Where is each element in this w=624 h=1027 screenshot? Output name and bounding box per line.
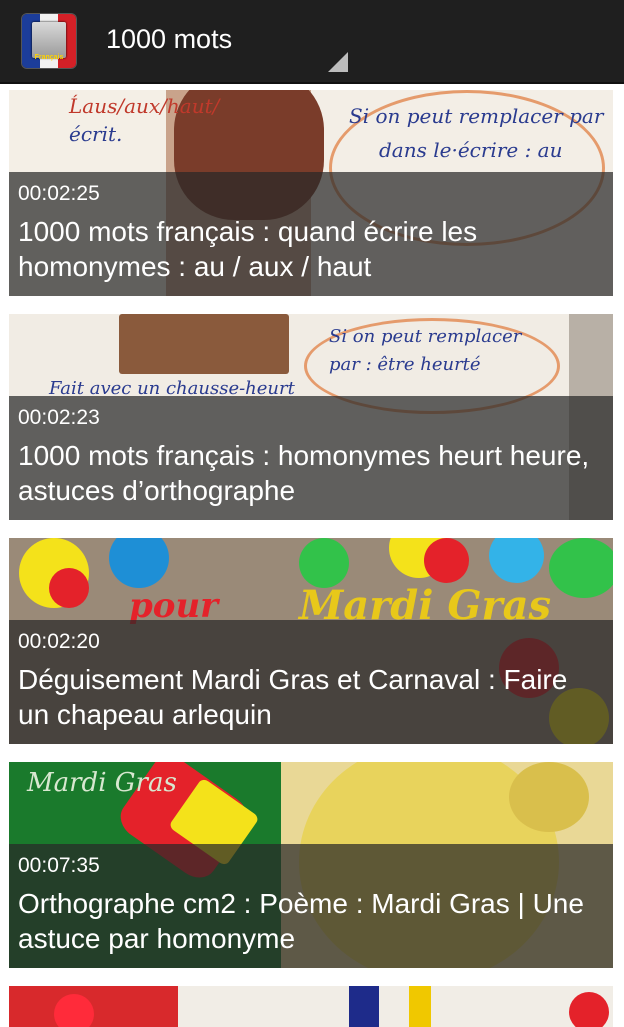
video-duration: 00:02:25 [18,182,100,205]
video-item[interactable]: Si on peut remplacer par : être heurté F… [9,314,613,520]
video-title: 1000 mots français : quand écrire les ho… [18,216,478,282]
video-item[interactable]: Mardi Gras 00:07:35 Orthographe cm2 : Po… [9,762,613,968]
app-icon-label: Français [34,54,64,61]
video-title: Orthographe cm2 : Poème : Mardi Gras | U… [18,888,584,954]
video-title: 1000 mots français : homonymes heurt heu… [18,440,590,506]
video-item[interactable]: Ĺaus/aux/haut/ écrit. Si on peut remplac… [9,90,613,296]
action-bar: Français 1000 mots [0,0,624,84]
video-duration: 00:02:23 [18,406,100,429]
video-duration: 00:07:35 [18,854,100,877]
video-duration: 00:02:20 [18,630,100,653]
app-screen: Français 1000 mots Ĺaus/aux/haut/ écrit.… [0,0,624,1027]
french-flag-book-icon[interactable]: Français [22,14,76,68]
app-title[interactable]: 1000 mots [106,24,232,55]
video-item[interactable]: pour Mardi Gras 00:02:20 Déguisement Mar… [9,538,613,744]
video-item[interactable] [9,986,613,1027]
video-thumbnail [9,986,613,1027]
video-title: Déguisement Mardi Gras et Carnaval : Fai… [18,664,568,730]
dropdown-corner-icon[interactable] [328,52,348,72]
